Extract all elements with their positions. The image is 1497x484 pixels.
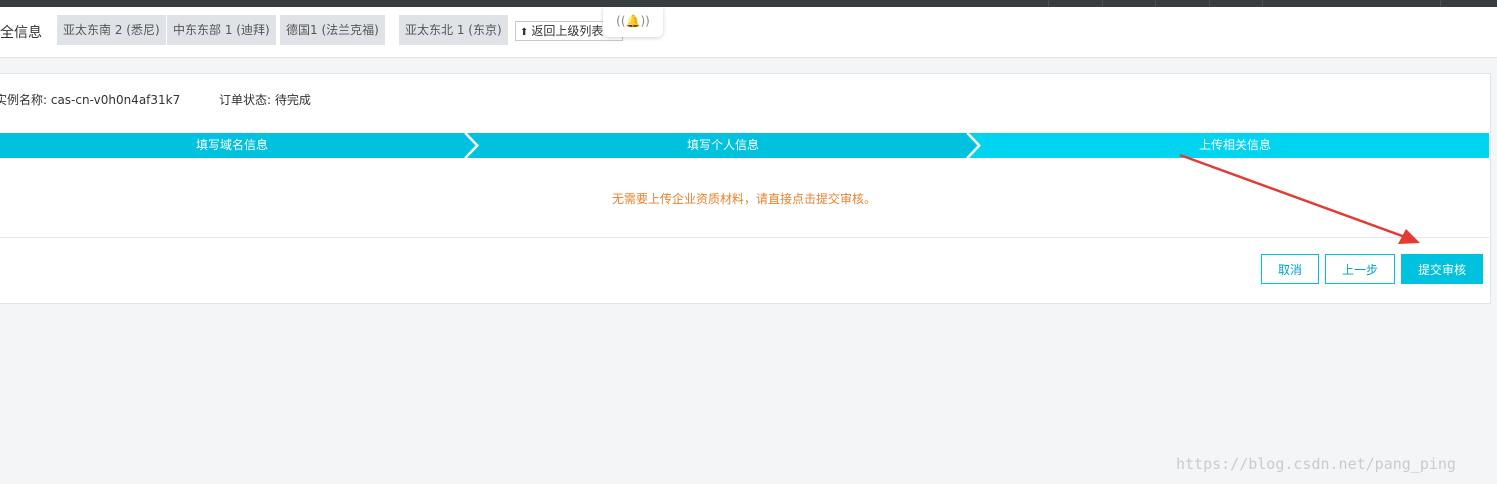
upload-arrow-icon: ⬆ xyxy=(520,27,529,38)
order-card: 实例名称: cas-cn-v0h0n4af31k7 订单状态: 待完成 填写域名… xyxy=(0,73,1491,304)
navbar-divider xyxy=(1262,0,1263,7)
step-progress: 填写域名信息 填写个人信息 上传相关信息 xyxy=(0,133,1489,158)
navbar-divider xyxy=(1048,0,1049,7)
navbar-divider xyxy=(1155,0,1156,7)
navbar-divider xyxy=(1102,0,1103,7)
back-to-list-label: 返回上级列表 xyxy=(531,24,604,38)
previous-step-button[interactable]: 上一步 xyxy=(1325,254,1395,284)
notification-widget[interactable]: ((🔔)) xyxy=(603,7,663,37)
page-header: 全信息 亚太东南 2 (悉尼) 中东东部 1 (迪拜) 德国1 (法兰克福) 亚… xyxy=(0,7,1497,58)
footer-divider xyxy=(0,237,1489,238)
region-tab-sydney[interactable]: 亚太东南 2 (悉尼) xyxy=(57,15,166,45)
step-1-label: 填写域名信息 xyxy=(195,138,268,152)
watermark: https://blog.csdn.net/pang_ping xyxy=(1176,455,1456,473)
upload-notice: 无需要上传企业资质材料，请直接点击提交审核。 xyxy=(611,192,876,206)
submit-review-button[interactable]: 提交审核 xyxy=(1401,254,1483,284)
cancel-button[interactable]: 取消 xyxy=(1261,254,1319,284)
bell-icon: ((🔔)) xyxy=(616,14,650,28)
navbar-divider xyxy=(1209,0,1210,7)
region-tab-tokyo[interactable]: 亚太东北 1 (东京) xyxy=(399,15,508,45)
region-tab-frankfurt[interactable]: 德国1 (法兰克福) xyxy=(280,15,385,45)
step-2-label: 填写个人信息 xyxy=(686,138,759,152)
step-3-label: 上传相关信息 xyxy=(1198,138,1271,152)
top-navbar xyxy=(0,0,1497,7)
order-status: 订单状态: 待完成 xyxy=(219,93,311,107)
instance-name: 实例名称: cas-cn-v0h0n4af31k7 xyxy=(0,93,181,107)
navbar-divider xyxy=(1440,0,1441,7)
region-tab-dubai[interactable]: 中东东部 1 (迪拜) xyxy=(167,15,276,45)
page-title: 全信息 xyxy=(0,25,42,41)
